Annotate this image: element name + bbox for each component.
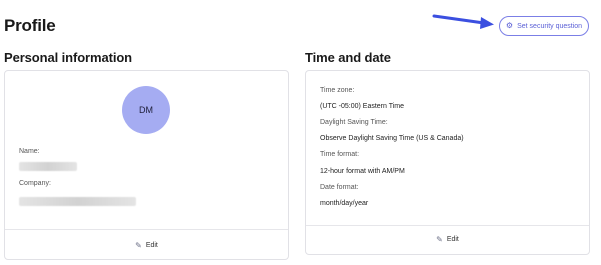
card-divider: [306, 225, 589, 226]
timezone-value: (UTC -05:00) Eastern Time: [320, 103, 405, 110]
date-format-value: month/day/year: [320, 200, 369, 207]
company-value-redacted: [19, 197, 136, 206]
company-label: Company:: [19, 180, 51, 187]
dst-value: Observe Daylight Saving Time (US & Canad…: [320, 135, 464, 142]
date-format-label: Date format:: [320, 184, 359, 191]
pencil-icon: ✎: [436, 235, 443, 244]
time-format-label: Time format:: [320, 151, 360, 158]
personal-info-card: DM Name: Company: ✎ Edit: [4, 70, 289, 260]
time-date-title: Time and date: [305, 50, 391, 65]
edit-time-date-button[interactable]: ✎ Edit: [306, 235, 589, 244]
avatar: DM: [122, 86, 170, 134]
edit-label: Edit: [446, 236, 459, 243]
name-value-redacted: [19, 162, 77, 171]
personal-info-title: Personal information: [4, 50, 133, 65]
gear-icon: ⚙: [505, 21, 514, 30]
dst-label: Daylight Saving Time:: [320, 119, 388, 126]
time-format-value: 12-hour format with AM/PM: [320, 168, 405, 175]
edit-label: Edit: [145, 242, 158, 249]
pencil-icon: ✎: [135, 241, 142, 250]
card-divider: [5, 229, 288, 230]
name-label: Name:: [19, 148, 40, 155]
page-title: Profile: [4, 16, 56, 35]
timezone-label: Time zone:: [320, 87, 355, 94]
set-security-question-button[interactable]: ⚙ Set security question: [499, 16, 589, 36]
edit-personal-button[interactable]: ✎ Edit: [5, 241, 288, 250]
security-button-label: Set security question: [517, 22, 583, 30]
arrow-icon: [432, 14, 494, 29]
time-date-card: Time zone: (UTC -05:00) Eastern Time Day…: [305, 70, 590, 255]
